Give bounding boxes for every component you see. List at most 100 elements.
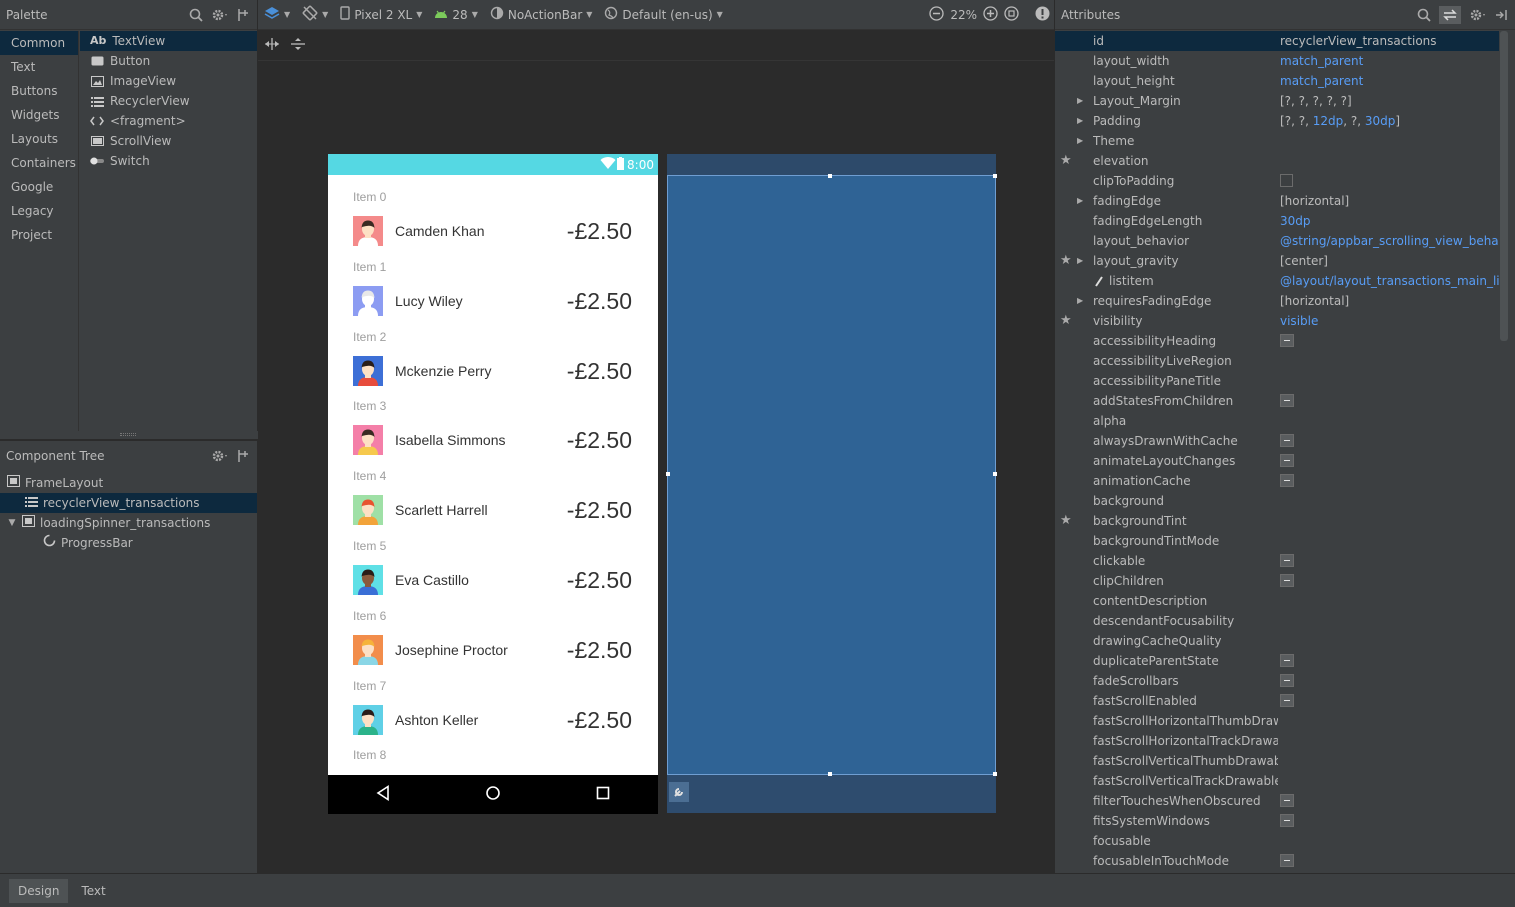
attribute-row[interactable]: fadingEdgeLength 30dp: [1055, 211, 1499, 231]
attribute-value[interactable]: [1280, 391, 1499, 411]
attribute-row[interactable]: ★ ▶ layout_gravity [center]: [1055, 251, 1499, 271]
attribute-tristate-checkbox[interactable]: [1280, 474, 1294, 487]
zoom-in-icon[interactable]: [983, 5, 998, 24]
attribute-row[interactable]: background: [1055, 491, 1499, 511]
attribute-tristate-checkbox[interactable]: [1280, 434, 1294, 447]
attribute-value[interactable]: [1280, 651, 1499, 671]
attribute-row[interactable]: alpha: [1055, 411, 1499, 431]
attribute-row[interactable]: accessibilityHeading: [1055, 331, 1499, 351]
star-icon[interactable]: ★: [1060, 511, 1074, 531]
attribute-row[interactable]: ★ elevation: [1055, 151, 1499, 171]
palette-item-fragment[interactable]: <fragment>: [80, 111, 257, 131]
zoom-out-icon[interactable]: [929, 5, 944, 24]
resize-handle-bottom[interactable]: [828, 772, 832, 776]
attribute-value[interactable]: match_parent: [1280, 51, 1499, 71]
attribute-row[interactable]: ▶ fadingEdge [horizontal]: [1055, 191, 1499, 211]
palette-category-google[interactable]: Google: [0, 175, 78, 199]
panel-splitter[interactable]: [0, 431, 258, 439]
attribute-row[interactable]: fastScrollVerticalThumbDrawable: [1055, 751, 1499, 771]
attribute-value[interactable]: [center]: [1280, 251, 1499, 271]
transactions-list[interactable]: Item 0 Camden Khan -£2.50 Item 1 Lucy Wiley -…: [328, 175, 658, 775]
resize-handle-left[interactable]: [666, 472, 670, 476]
palette-category-widgets[interactable]: Widgets: [0, 103, 78, 127]
attribute-row[interactable]: addStatesFromChildren: [1055, 391, 1499, 411]
tab-design[interactable]: Design: [9, 878, 69, 903]
attribute-row[interactable]: focusable: [1055, 831, 1499, 851]
star-icon[interactable]: ★: [1060, 311, 1074, 331]
layers-dropdown[interactable]: ▼: [258, 0, 296, 30]
palette-category-containers[interactable]: Containers: [0, 151, 78, 175]
pin-icon[interactable]: [237, 8, 249, 22]
attribute-tristate-checkbox[interactable]: [1280, 814, 1294, 827]
expand-arrow-icon[interactable]: ▼: [7, 513, 17, 533]
palette-item-switch[interactable]: Switch: [80, 151, 257, 171]
attribute-row[interactable]: layout_height match_parent: [1055, 71, 1499, 91]
orientation-dropdown[interactable]: ▼: [296, 0, 334, 30]
attribute-row[interactable]: filterTouchesWhenObscured: [1055, 791, 1499, 811]
attribute-row[interactable]: duplicateParentState: [1055, 651, 1499, 671]
attribute-row[interactable]: focusableInTouchMode: [1055, 851, 1499, 871]
attribute-row[interactable]: contentDescription: [1055, 591, 1499, 611]
api-dropdown[interactable]: 28 ▼: [428, 0, 483, 30]
resize-handle-top-right[interactable]: [993, 174, 997, 178]
warning-icon[interactable]: [1035, 6, 1050, 24]
wrench-icon[interactable]: [669, 782, 689, 802]
attribute-value[interactable]: [1280, 331, 1499, 351]
palette-item-imageview[interactable]: ImageView: [80, 71, 257, 91]
attribute-value[interactable]: [1280, 791, 1499, 811]
attribute-row[interactable]: clipToPadding: [1055, 171, 1499, 191]
expand-arrow-icon[interactable]: ▶: [1077, 251, 1083, 271]
attribute-tristate-checkbox[interactable]: [1280, 334, 1294, 347]
theme-dropdown[interactable]: NoActionBar ▼: [484, 0, 599, 30]
attribute-row[interactable]: fitsSystemWindows: [1055, 811, 1499, 831]
home-icon[interactable]: [485, 785, 501, 804]
attribute-tristate-checkbox[interactable]: [1280, 854, 1294, 867]
gear-icon[interactable]: [211, 8, 229, 22]
blueprint-recyclerview[interactable]: [666, 174, 997, 776]
resize-handle-corner[interactable]: [993, 772, 997, 776]
attribute-value[interactable]: [?, ?, ?, ?, ?]: [1280, 91, 1499, 111]
attribute-tristate-checkbox[interactable]: [1280, 454, 1294, 467]
palette-item-recyclerview[interactable]: RecyclerView: [80, 91, 257, 111]
attribute-row[interactable]: fadeScrollbars: [1055, 671, 1499, 691]
tree-node-recyclerview[interactable]: recyclerView_transactions: [0, 493, 257, 513]
attribute-row[interactable]: fastScrollEnabled: [1055, 691, 1499, 711]
gear-icon[interactable]: [1469, 8, 1487, 22]
swap-view-icon[interactable]: [1439, 6, 1461, 24]
attribute-row[interactable]: ★ backgroundTint: [1055, 511, 1499, 531]
recents-icon[interactable]: [596, 786, 610, 803]
attribute-value[interactable]: [1280, 811, 1499, 831]
search-icon[interactable]: [189, 8, 203, 22]
attribute-checkbox[interactable]: [1280, 174, 1293, 187]
tree-node-loading-spinner[interactable]: ▼ loadingSpinner_transactions: [0, 513, 257, 533]
attribute-value[interactable]: [1280, 571, 1499, 591]
expand-arrow-icon[interactable]: ▶: [1077, 111, 1083, 131]
star-icon[interactable]: ★: [1060, 151, 1074, 171]
palette-category-legacy[interactable]: Legacy: [0, 199, 78, 223]
attribute-tristate-checkbox[interactable]: [1280, 654, 1294, 667]
attribute-value[interactable]: visible: [1280, 311, 1499, 331]
attribute-row[interactable]: animationCache: [1055, 471, 1499, 491]
attribute-row[interactable]: ▶ Padding [?, ?, 12dp, ?, 30dp]: [1055, 111, 1499, 131]
attribute-row[interactable]: accessibilityLiveRegion: [1055, 351, 1499, 371]
search-icon[interactable]: [1417, 8, 1431, 22]
tree-node-progressbar[interactable]: ProgressBar: [0, 533, 257, 553]
attribute-row[interactable]: layout_width match_parent: [1055, 51, 1499, 71]
expand-horizontal-icon[interactable]: [264, 37, 280, 54]
attribute-value[interactable]: recyclerView_transactions: [1280, 31, 1499, 51]
attribute-value[interactable]: [1280, 431, 1499, 451]
palette-item-scrollview[interactable]: ScrollView: [80, 131, 257, 151]
device-dropdown[interactable]: Pixel 2 XL ▼: [334, 0, 428, 30]
attribute-tristate-checkbox[interactable]: [1280, 794, 1294, 807]
attribute-row[interactable]: ▶ Theme: [1055, 131, 1499, 151]
attribute-value[interactable]: [1280, 171, 1499, 191]
tab-text[interactable]: Text: [72, 879, 114, 903]
expand-vertical-icon[interactable]: [290, 37, 306, 54]
attribute-row[interactable]: ▶ Layout_Margin [?, ?, ?, ?, ?]: [1055, 91, 1499, 111]
attribute-tristate-checkbox[interactable]: [1280, 674, 1294, 687]
resize-handle-top[interactable]: [828, 174, 832, 178]
attribute-row[interactable]: fastScrollHorizontalTrackDrawable: [1055, 731, 1499, 751]
palette-category-layouts[interactable]: Layouts: [0, 127, 78, 151]
attributes-scrollbar[interactable]: [1500, 31, 1508, 341]
attribute-tristate-checkbox[interactable]: [1280, 574, 1294, 587]
